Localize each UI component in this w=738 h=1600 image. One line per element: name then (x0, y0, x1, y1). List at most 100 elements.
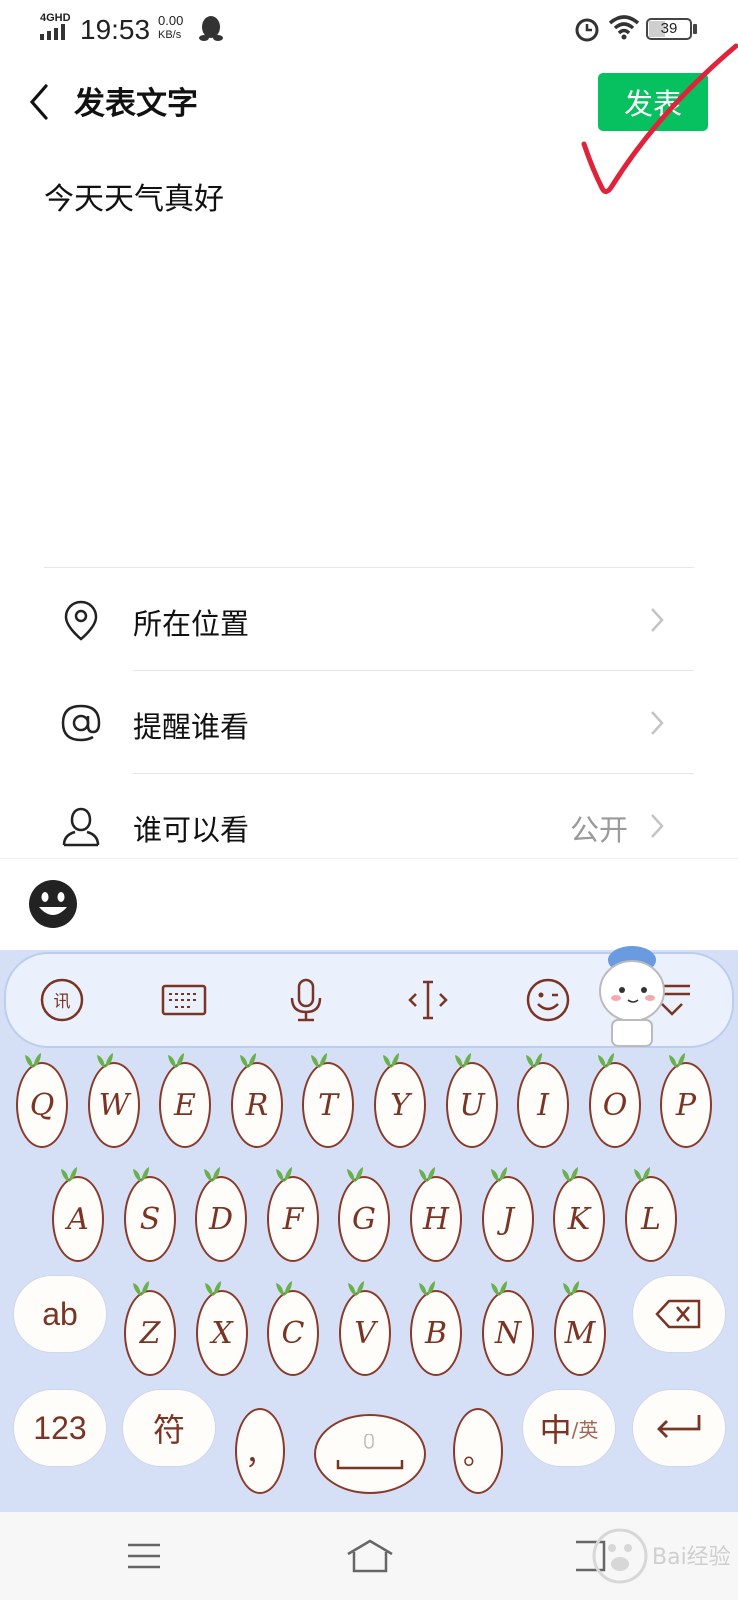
leaf-sprout-icon (204, 1167, 220, 1182)
key-h[interactable]: H (410, 1176, 462, 1262)
enter-key[interactable] (632, 1389, 726, 1467)
microphone-icon[interactable] (282, 976, 330, 1024)
key-d[interactable]: D (195, 1176, 247, 1262)
leaf-sprout-icon (491, 1281, 507, 1296)
key-s[interactable]: S (124, 1176, 176, 1262)
cursor-icon[interactable] (404, 976, 452, 1024)
key-i[interactable]: I (517, 1062, 569, 1148)
key-f[interactable]: F (267, 1176, 319, 1262)
option-label: 谁可以看 (133, 813, 250, 847)
key-m[interactable]: M (554, 1290, 606, 1376)
leaf-sprout-icon (61, 1167, 77, 1182)
system-nav-bar: Bai经验 (0, 1512, 738, 1600)
leaf-sprout-icon (491, 1167, 507, 1182)
option-label: 提醒谁看 (133, 710, 250, 744)
enter-arrow-icon (657, 1415, 701, 1438)
leaf-sprout-icon (419, 1281, 435, 1296)
option-mention[interactable]: 提醒谁看 (0, 672, 738, 772)
divider (133, 773, 694, 774)
option-value: 公开 (569, 813, 628, 847)
clock: 19:53 (80, 14, 151, 45)
lang-main: 中 (539, 1411, 572, 1449)
publish-button[interactable]: 发表 (598, 73, 708, 131)
svg-text:讯: 讯 (54, 992, 71, 1012)
location-pin-icon (64, 600, 98, 641)
key-c[interactable]: C (267, 1290, 319, 1376)
leaf-sprout-icon (276, 1281, 292, 1296)
chevron-right-icon (651, 711, 664, 735)
key-t[interactable]: T (302, 1062, 354, 1148)
leaf-sprout-icon (276, 1167, 292, 1182)
key-n[interactable]: N (482, 1290, 534, 1376)
key-a[interactable]: A (52, 1176, 104, 1262)
space-key[interactable] (314, 1414, 426, 1494)
page-title: 发表文字 (74, 86, 198, 122)
language-switch-key[interactable]: 中/英 (522, 1389, 616, 1467)
menu-icon[interactable] (126, 1542, 162, 1570)
leaf-sprout-icon (311, 1053, 327, 1068)
leaf-sprout-icon (133, 1281, 149, 1296)
key-j[interactable]: J (482, 1176, 534, 1262)
emoji-toggle-icon[interactable] (28, 879, 78, 929)
status-bar: 4GHD 19:53 0.00 KB/s 39 (0, 0, 738, 56)
keyboard-icon[interactable] (160, 976, 208, 1024)
key-e[interactable]: E (159, 1062, 211, 1148)
lang-sub: /英 (571, 1417, 599, 1442)
wifi-icon (608, 15, 640, 40)
leaf-sprout-icon (383, 1053, 399, 1068)
person-icon (62, 807, 100, 847)
alarm-icon (575, 18, 599, 42)
keyboard-toolbar: 讯 (4, 946, 734, 1048)
key-q[interactable]: Q (16, 1062, 68, 1148)
numbers-key[interactable]: 123 (13, 1389, 107, 1467)
leaf-sprout-icon (563, 1281, 579, 1296)
leaf-sprout-icon (669, 1053, 685, 1068)
net-speed-value: 0.00 (158, 13, 184, 28)
backspace-key[interactable] (632, 1275, 726, 1353)
leaf-sprout-icon (240, 1053, 256, 1068)
key-r[interactable]: R (231, 1062, 283, 1148)
leaf-sprout-icon (526, 1053, 542, 1068)
post-text-input[interactable]: 今天天气真好 (44, 174, 224, 218)
key-y[interactable]: Y (374, 1062, 426, 1148)
shift-key[interactable]: ab (13, 1275, 107, 1353)
space-icon (336, 1434, 404, 1470)
key-k[interactable]: K (553, 1176, 605, 1262)
home-icon[interactable] (346, 1538, 394, 1574)
key-x[interactable]: X (196, 1290, 248, 1376)
key-g[interactable]: G (338, 1176, 390, 1262)
leaf-sprout-icon (562, 1167, 578, 1182)
net-speed-unit: KB/s (158, 29, 182, 41)
smiley-icon[interactable] (524, 976, 572, 1024)
signal-icon (40, 24, 65, 40)
svg-text:Bai经验: Bai经验 (652, 1545, 731, 1570)
divider (133, 670, 694, 671)
key-w[interactable]: W (88, 1062, 140, 1148)
key-l[interactable]: L (625, 1176, 677, 1262)
battery-icon: 39 (646, 18, 692, 40)
key-p[interactable]: P (660, 1062, 712, 1148)
back-arrow-icon[interactable] (22, 80, 62, 124)
key-z[interactable]: Z (124, 1290, 176, 1376)
period-key[interactable]: 。 (453, 1408, 503, 1494)
key-u[interactable]: U (446, 1062, 498, 1148)
at-sign-icon (61, 704, 101, 742)
leaf-sprout-icon (168, 1053, 184, 1068)
leaf-sprout-icon (97, 1053, 113, 1068)
option-location[interactable]: 所在位置 (0, 569, 738, 669)
mascot-sticker (599, 946, 665, 1047)
key-b[interactable]: B (410, 1290, 462, 1376)
baidu-watermark-logo: Bai经验 (592, 1528, 731, 1584)
leaf-sprout-icon (347, 1167, 363, 1182)
symbols-key[interactable]: 符 (122, 1389, 216, 1467)
ime-logo-icon[interactable]: 讯 (38, 976, 86, 1024)
backspace-icon (655, 1299, 701, 1329)
key-v[interactable]: V (339, 1290, 391, 1376)
leaf-sprout-icon (205, 1281, 221, 1296)
key-o[interactable]: O (589, 1062, 641, 1148)
comma-key[interactable]: ， (235, 1408, 285, 1494)
qq-penguin-icon (199, 16, 223, 41)
leaf-sprout-icon (25, 1053, 41, 1068)
divider (44, 567, 694, 568)
leaf-sprout-icon (348, 1281, 364, 1296)
